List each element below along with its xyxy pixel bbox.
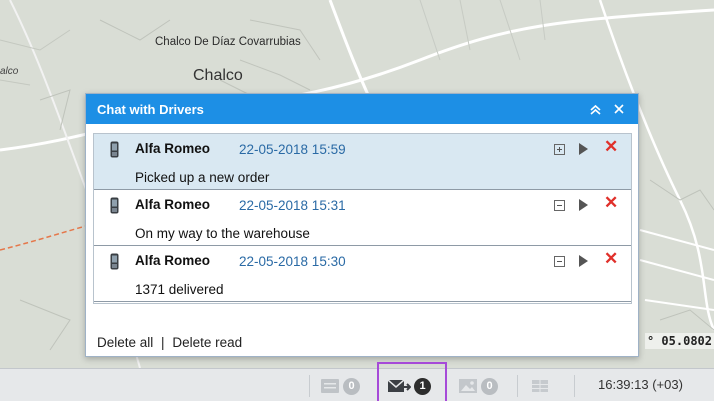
message-item[interactable]: Alfa Romeo 22-05-2018 15:30 1371 deliver…	[94, 246, 631, 302]
chat-footer: Delete all | Delete read	[97, 335, 242, 350]
status-separator	[517, 375, 518, 397]
chat-title: Chat with Drivers	[97, 101, 204, 117]
play-icon[interactable]	[579, 255, 588, 267]
collapse-row-icon[interactable]	[554, 256, 565, 267]
message-item[interactable]: Alfa Romeo 22-05-2018 15:59 Picked up a …	[94, 134, 631, 190]
chat-window: Chat with Drivers Alfa Romeo 22-05-2018 …	[85, 93, 639, 357]
coordinate-readout: ° 05.0802	[644, 333, 714, 349]
message-item[interactable]: Alfa Romeo 22-05-2018 15:31 On my way to…	[94, 190, 631, 246]
image-icon	[459, 379, 477, 393]
delete-all-link[interactable]: Delete all	[97, 335, 153, 350]
footer-separator: |	[161, 335, 165, 350]
message-text: Picked up a new order	[135, 170, 270, 185]
delete-icon[interactable]: ✕	[604, 138, 618, 156]
message-sender: Alfa Romeo	[135, 141, 211, 156]
message-time: 22-05-2018 15:31	[239, 198, 346, 213]
table-icon	[532, 380, 548, 392]
map-label-town-full: Chalco De Díaz Covarrubias	[155, 36, 301, 48]
message-icon	[321, 379, 339, 393]
close-icon[interactable]	[610, 100, 628, 118]
chat-header[interactable]: Chat with Drivers	[86, 94, 638, 124]
mobile-phone-icon	[110, 141, 119, 158]
play-icon[interactable]	[579, 143, 588, 155]
map-label-town: Chalco	[193, 67, 243, 84]
status-bar: 0 1 0 16:39:13 (+03)	[0, 368, 714, 401]
mobile-phone-icon	[110, 253, 119, 270]
status-clock: 16:39:13 (+03)	[598, 377, 683, 392]
status-separator	[574, 375, 575, 397]
mobile-phone-icon	[110, 197, 119, 214]
message-time: 22-05-2018 15:30	[239, 254, 346, 269]
delete-icon[interactable]: ✕	[604, 194, 618, 212]
messages-count-badge: 0	[343, 377, 360, 395]
message-time: 22-05-2018 15:59	[239, 142, 346, 157]
collapse-row-icon[interactable]	[554, 200, 565, 211]
message-sender: Alfa Romeo	[135, 253, 211, 268]
collapse-icon[interactable]	[586, 100, 604, 118]
messages-counter[interactable]: 0	[320, 376, 360, 396]
message-text: 1371 delivered	[135, 282, 224, 297]
status-separator	[309, 375, 310, 397]
table-toggle[interactable]	[531, 376, 549, 396]
delete-read-link[interactable]: Delete read	[172, 335, 242, 350]
map-label-edge: alco	[0, 66, 19, 77]
message-sender: Alfa Romeo	[135, 197, 211, 212]
delete-icon[interactable]: ✕	[604, 250, 618, 268]
images-count-badge: 0	[481, 377, 498, 395]
play-icon[interactable]	[579, 199, 588, 211]
mail-counter-highlight	[377, 362, 447, 401]
expand-icon[interactable]	[554, 144, 565, 155]
images-counter[interactable]: 0	[458, 376, 498, 396]
message-list: Alfa Romeo 22-05-2018 15:59 Picked up a …	[93, 133, 632, 304]
message-text: On my way to the warehouse	[135, 226, 310, 241]
